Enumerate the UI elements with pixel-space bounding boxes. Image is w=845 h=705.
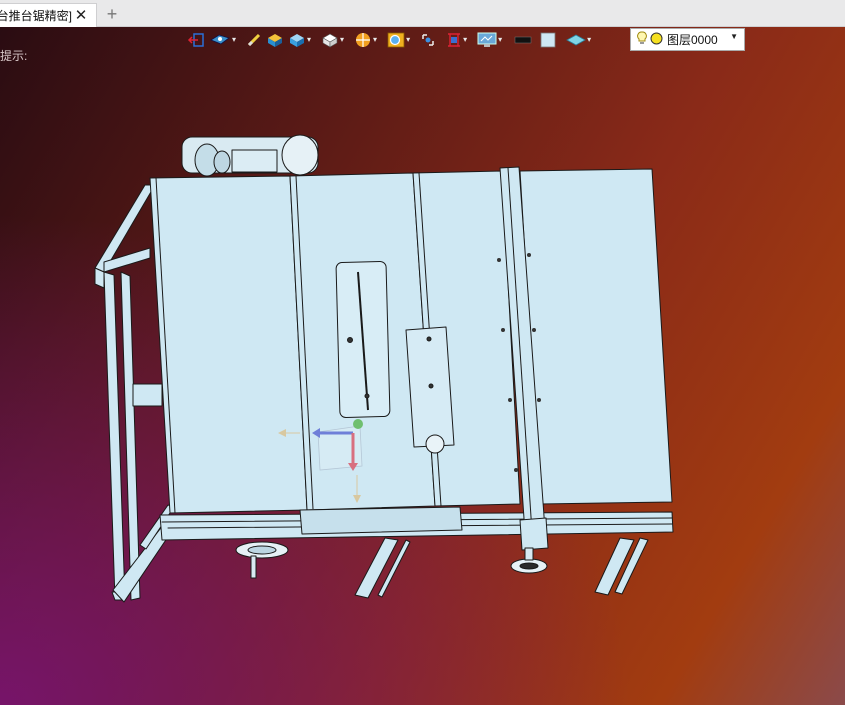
- new-tab-icon[interactable]: +: [103, 5, 121, 23]
- 3d-viewport[interactable]: 提示: ▾ ▾ ▾ ▾ ▾ ▾ ▾ ▾ 图层0000 ▼: [0, 27, 845, 705]
- document-tab[interactable]: [台推台锯精密] ✕: [0, 3, 97, 27]
- tab-bar: [台推台锯精密] ✕ +: [0, 0, 845, 27]
- table-saw-model[interactable]: [0, 27, 845, 705]
- document-tab-title: [台推台锯精密]: [0, 9, 72, 23]
- motor: [181, 134, 319, 177]
- close-icon[interactable]: ✕: [73, 6, 89, 24]
